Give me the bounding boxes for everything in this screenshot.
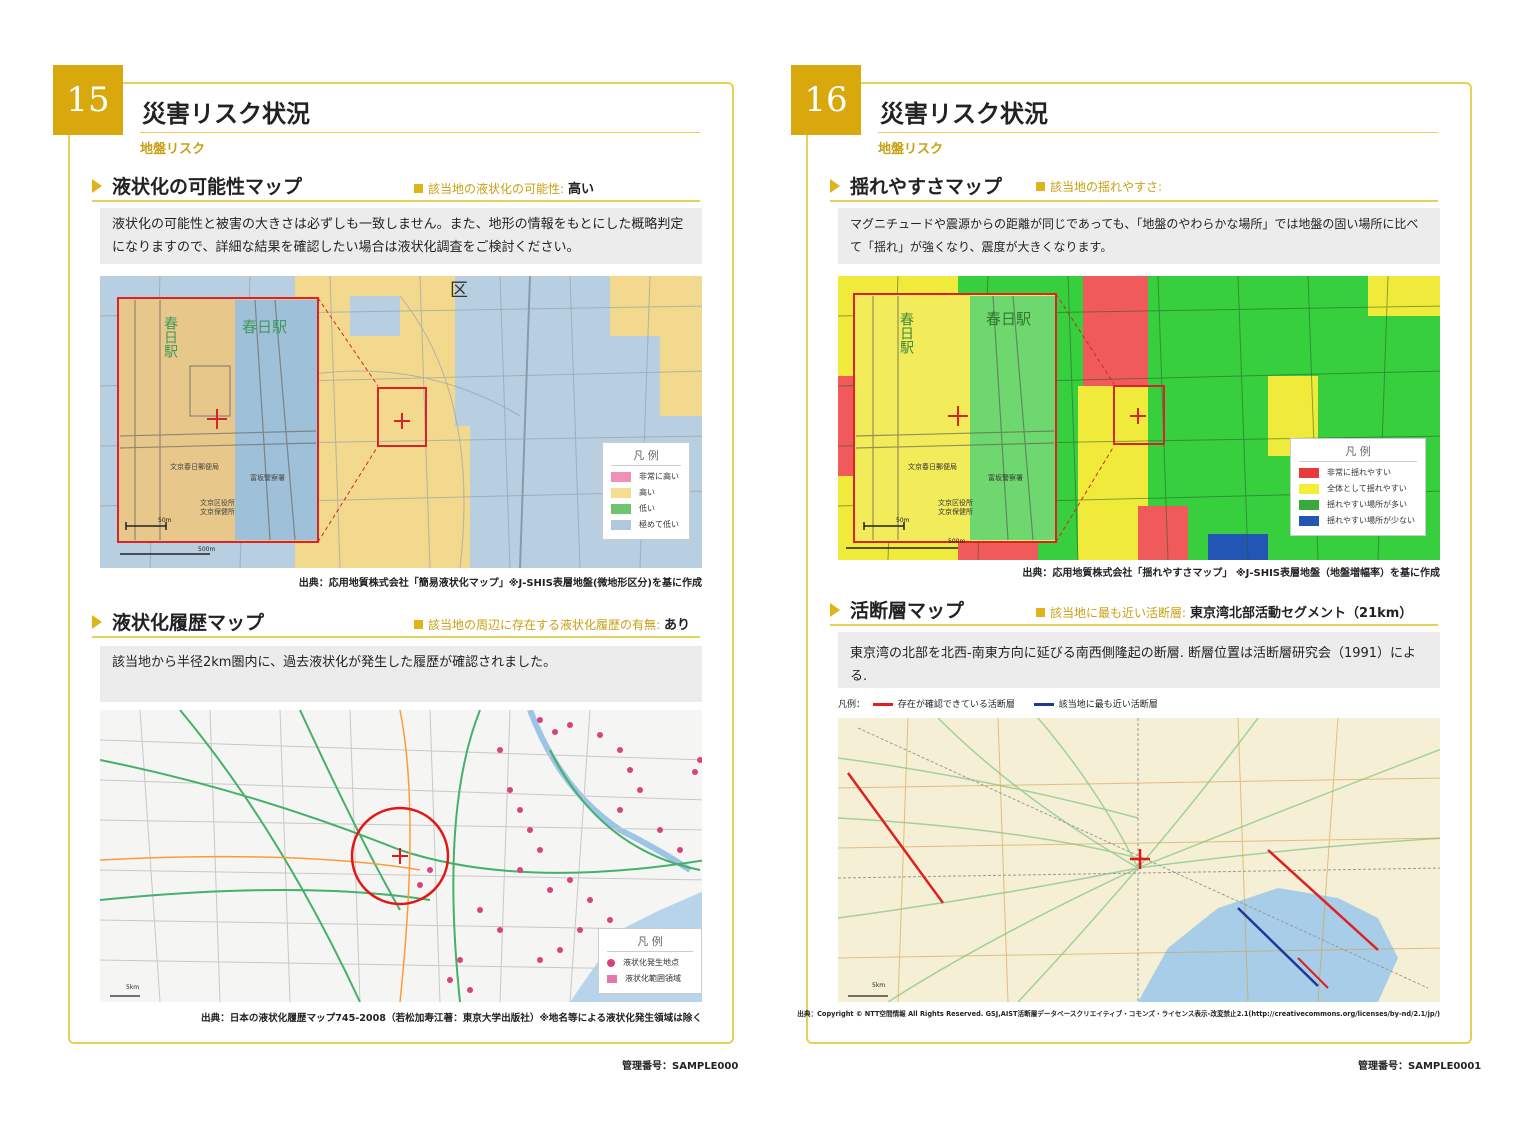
red-line-icon	[872, 703, 893, 706]
legend-label: 凡例：	[838, 700, 866, 710]
info-value: 東京湾北部活動セグメント（21km）	[1190, 606, 1413, 621]
map-police-label: 富坂警察署	[250, 474, 285, 482]
legend-item: 液状化発生地点	[607, 957, 693, 968]
liquefaction-history-map[interactable]: 5km 凡 例 液状化発生地点 液状化範囲領域	[100, 710, 702, 1002]
info-label: 該当地の周辺に存在する液状化履歴の有無:	[428, 618, 661, 632]
map-station-label: 春日駅	[986, 310, 1032, 328]
map-scale-label: 50m	[896, 517, 910, 524]
liquefaction-map[interactable]: 春日駅 春日駅 文京春日郵便局 富坂警察署 文京区役所 文京保健所 50m 50…	[100, 276, 702, 568]
legend-swatch	[1299, 515, 1319, 526]
section-info: 該当地に最も近い活断層: 東京湾北部活動セグメント（21km）	[1036, 602, 1412, 621]
title-divider	[140, 132, 700, 133]
square-bullet-icon	[1036, 608, 1045, 617]
section-title: 揺れやすさマップ	[850, 176, 1003, 198]
legend-title: 凡 例	[611, 447, 681, 466]
legend-swatch	[1299, 499, 1319, 510]
map-post-office-label: 文京春日郵便局	[908, 463, 957, 471]
page-16: 16 災害リスク状況 地盤リスク 揺れやすさマップ 該当地の揺れやすさ: マグニ…	[791, 65, 1472, 1044]
legend-item: 揺れやすい場所が少ない	[1299, 515, 1417, 526]
section-info: 該当地の揺れやすさ:	[1036, 178, 1166, 195]
section-header-history: 液状化履歴マップ 該当地の周辺に存在する液状化履歴の有無: あり	[92, 608, 700, 638]
legend-swatch	[1299, 467, 1319, 478]
shake-description: マグニチュードや震源からの距離が同じであっても、「地盤のやわらかな場所」では地盤…	[838, 208, 1440, 264]
map-scale-label: 5km	[872, 982, 886, 989]
page-title: 災害リスク状況	[880, 100, 1048, 128]
management-number: 管理番号：SAMPLE0001	[1358, 1061, 1482, 1072]
map-station-label: 春日駅	[242, 318, 288, 336]
fault-description: 東京湾の北部を北西-南東方向に延びる南西側隆起の断層. 断層位置は活断層研究会（…	[838, 632, 1440, 688]
shake-source: 出典：応用地質株式会社「揺れやすさマップ」 ※J-SHIS表層地盤（地盤増幅率）…	[1022, 568, 1440, 579]
map-scale-label: 50m	[158, 517, 172, 524]
shake-map[interactable]: 春日駅 春日駅 文京春日郵便局 富坂警察署 文京区役所 文京保健所 50m 50…	[838, 276, 1440, 560]
map-ward-label: 区	[450, 280, 468, 301]
liquefaction-source: 出典：応用地質株式会社「簡易液状化マップ」※J-SHIS表層地盤(微地形区分)を…	[298, 578, 702, 589]
map-scale-label: 500m	[198, 546, 216, 553]
map-health-center-label: 文京保健所	[938, 508, 973, 516]
shake-legend: 凡 例 非常に揺れやすい 全体として揺れやすい 揺れやすい場所が多い 揺れやすい…	[1290, 438, 1426, 536]
liquefaction-description: 液状化の可能性と被害の大きさは必ずしも一致しません。また、地形の情報をもとにした…	[100, 208, 702, 264]
legend-swatch	[611, 487, 631, 498]
legend-item: 低い	[611, 503, 681, 514]
legend-item: 液状化範囲領域	[607, 973, 693, 984]
section-header-fault: 活断層マップ 該当地に最も近い活断層: 東京湾北部活動セグメント（21km）	[830, 596, 1438, 626]
section-info: 該当地の周辺に存在する液状化履歴の有無: あり	[414, 614, 690, 633]
legend-swatch	[607, 974, 617, 983]
info-label: 該当地に最も近い活断層:	[1050, 606, 1187, 620]
legend-item: 高い	[611, 487, 681, 498]
map-station-label: 春日駅	[162, 316, 178, 358]
legend-item: 非常に揺れやすい	[1299, 467, 1417, 478]
legend-swatch	[611, 519, 631, 530]
legend-item: 揺れやすい場所が多い	[1299, 499, 1417, 510]
map-health-center-label: 文京保健所	[200, 508, 235, 516]
fault-map[interactable]: 5km	[838, 718, 1440, 1002]
history-legend: 凡 例 液状化発生地点 液状化範囲領域	[598, 928, 702, 994]
liquefaction-legend: 凡 例 非常に高い 高い 低い 極めて低い	[602, 442, 690, 540]
legend-item: 極めて低い	[611, 519, 681, 530]
square-bullet-icon	[414, 184, 423, 193]
map-post-office-label: 文京春日郵便局	[170, 463, 219, 471]
history-description: 該当地から半径2km圏内に、過去液状化が発生した履歴が確認されました。	[100, 646, 702, 702]
legend-swatch	[1299, 483, 1319, 494]
title-divider	[878, 132, 1438, 133]
legend-title: 凡 例	[1299, 443, 1417, 462]
legend-item: 非常に高い	[611, 471, 681, 482]
fault-legend: 凡例： 存在が確認できている活断層 該当地に最も近い活断層	[838, 700, 1158, 710]
section-info: 該当地の液状化の可能性: 高い	[414, 178, 594, 197]
management-number: 管理番号：SAMPLE000	[622, 1061, 738, 1072]
page-number-badge: 16	[791, 65, 861, 135]
history-source: 出典：日本の液状化履歴マップ745-2008（若松加寿江著：東京大学出版社）※地…	[200, 1013, 702, 1024]
info-value: あり	[664, 618, 691, 633]
info-value: 高い	[568, 182, 595, 197]
page-number-badge: 15	[53, 65, 123, 135]
page-title: 災害リスク状況	[142, 100, 310, 128]
blue-line-icon	[1033, 703, 1054, 706]
page-subtitle: 地盤リスク	[878, 142, 944, 157]
fault-map-graphic	[838, 718, 1440, 1002]
fault-source: 出典：Copyright © NTT空間情報 All Rights Reserv…	[797, 1010, 1440, 1018]
page-subtitle: 地盤リスク	[140, 142, 206, 157]
triangle-marker-icon	[92, 179, 102, 193]
legend-swatch	[611, 503, 631, 514]
section-title: 液状化履歴マップ	[112, 612, 265, 634]
page-15: 15 災害リスク状況 地盤リスク 液状化の可能性マップ 該当地の液状化の可能性:…	[53, 65, 734, 1044]
map-scale-label: 5km	[126, 984, 140, 991]
legend-title: 凡 例	[607, 933, 693, 952]
square-bullet-icon	[1036, 182, 1045, 191]
legend-dot-icon	[607, 958, 615, 967]
section-header-shake: 揺れやすさマップ 該当地の揺れやすさ:	[830, 172, 1438, 202]
info-label: 該当地の揺れやすさ:	[1050, 180, 1163, 194]
section-title: 活断層マップ	[850, 600, 965, 622]
section-title: 液状化の可能性マップ	[112, 176, 303, 198]
info-label: 該当地の液状化の可能性:	[428, 182, 565, 196]
triangle-marker-icon	[830, 179, 840, 193]
square-bullet-icon	[414, 620, 423, 629]
legend-swatch	[611, 471, 631, 482]
section-header-liquefaction: 液状化の可能性マップ 該当地の液状化の可能性: 高い	[92, 172, 700, 202]
triangle-marker-icon	[830, 603, 840, 617]
legend-item: 全体として揺れやすい	[1299, 483, 1417, 494]
map-scale-label: 500m	[948, 538, 966, 545]
map-station-label: 春日駅	[898, 312, 914, 354]
triangle-marker-icon	[92, 615, 102, 629]
map-police-label: 富坂警察署	[988, 474, 1023, 482]
